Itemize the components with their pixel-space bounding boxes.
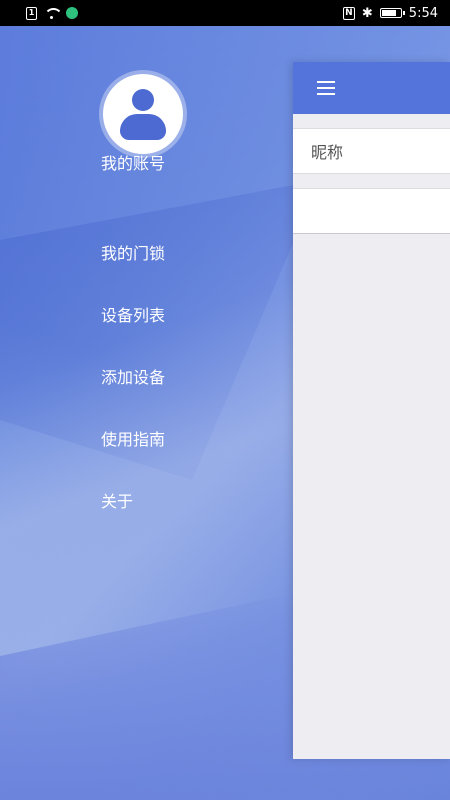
hamburger-icon[interactable] [317,81,335,95]
nickname-label: 昵称 [311,143,344,162]
menu-item-add-device[interactable]: 添加设备 [101,367,165,429]
nickname-input[interactable] [293,189,450,233]
nickname-input-row[interactable] [293,188,450,234]
status-time: 5:54 [408,5,438,21]
app-toolbar [293,62,450,114]
main-content-panel: 昵称 [293,62,450,759]
menu-item-device-list[interactable]: 设备列表 [101,305,165,367]
battery-icon [379,8,405,18]
sim-card-icon: 1 [26,6,37,20]
nfc-icon: N [342,6,355,20]
nickname-row[interactable]: 昵称 [293,128,450,174]
user-avatar-icon[interactable] [103,74,183,154]
avatar-head [132,89,154,111]
menu-item-user-guide[interactable]: 使用指南 [101,429,165,491]
menu-item-my-lock[interactable]: 我的门锁 [101,243,165,305]
status-bar: 1 N ✱ 5:54 [0,0,450,26]
bluetooth-icon: ✱ [361,5,373,21]
drawer-menu: 我的门锁 设备列表 添加设备 使用指南 关于 [101,243,165,553]
my-account-label[interactable]: 我的账号 [101,150,165,174]
wifi-icon [44,7,63,19]
notification-app-icon [66,7,78,19]
menu-item-about[interactable]: 关于 [101,491,165,553]
avatar-body [120,114,166,140]
